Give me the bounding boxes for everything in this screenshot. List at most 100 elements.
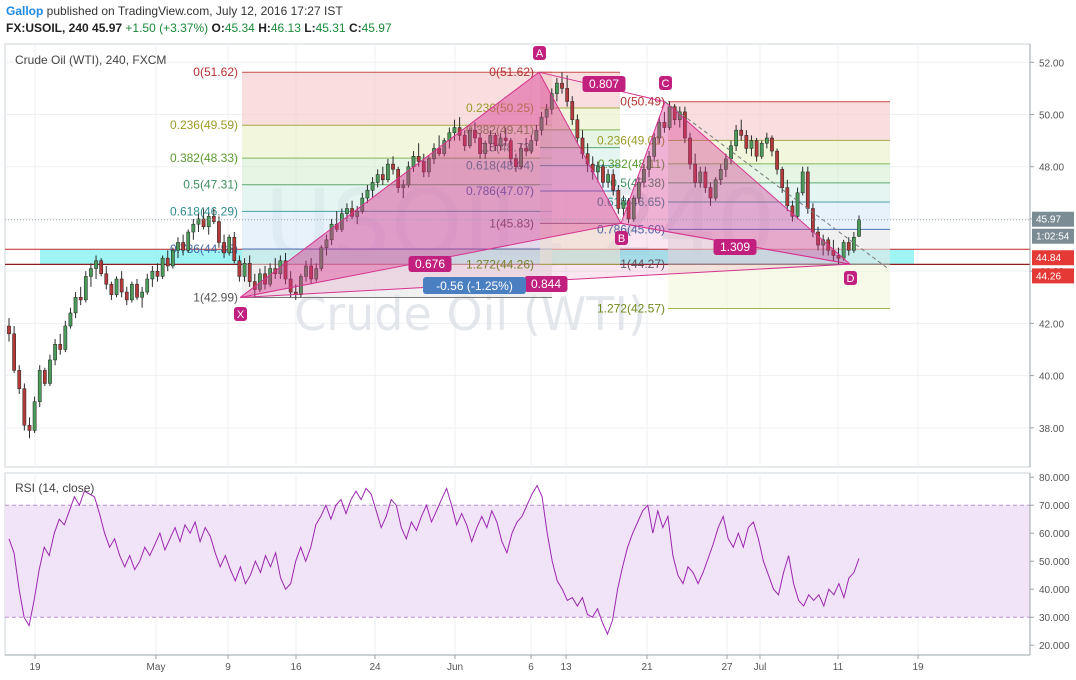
candle-body bbox=[12, 333, 16, 371]
point-badge-text: C bbox=[662, 78, 670, 90]
candle-body bbox=[596, 166, 600, 173]
ratio-badge-text: 0.676 bbox=[415, 257, 445, 271]
trading-chart[interactable]: USOIL, 240Crude Oil (WTI)0(51.62)0.236(4… bbox=[0, 0, 1076, 680]
candle-body bbox=[211, 216, 216, 222]
fib-level-label: 0.382(48.33) bbox=[170, 151, 238, 165]
time-tick-label: 19 bbox=[912, 662, 924, 673]
candle bbox=[160, 255, 165, 279]
fib-level-label: 0(51.62) bbox=[193, 65, 238, 79]
candle-body bbox=[119, 278, 124, 293]
candle bbox=[99, 258, 104, 277]
candle bbox=[37, 365, 42, 407]
candle-body bbox=[160, 257, 165, 277]
ratio-badge: 0.676 bbox=[408, 256, 452, 272]
fib-level-label: 1.272(42.57) bbox=[597, 302, 665, 316]
time-tick-label: Jul bbox=[754, 662, 767, 673]
time-tick-label: 11 bbox=[833, 662, 844, 673]
candle-body bbox=[754, 140, 759, 157]
time-tick-label: 9 bbox=[225, 662, 231, 673]
rsi-title: RSI (14, close) bbox=[15, 481, 95, 495]
pattern-point-a: A bbox=[533, 46, 546, 60]
candle-body bbox=[191, 223, 196, 233]
candle-body bbox=[232, 236, 237, 261]
candle-body bbox=[606, 174, 610, 183]
candle-body bbox=[770, 137, 774, 152]
candle-body bbox=[391, 163, 395, 170]
rsi-indicator bbox=[5, 484, 1030, 636]
candle-body bbox=[621, 200, 626, 209]
rsi-tick-label: 20.000 bbox=[1039, 641, 1070, 652]
candle-body bbox=[800, 171, 805, 194]
candle-body bbox=[365, 189, 370, 199]
time-axis: 19 May 9 16 24 Jun 6 13 21 27 Jul 11 19 bbox=[5, 654, 1030, 673]
price-badge-text: 45.97 bbox=[1036, 215, 1061, 226]
candle-body bbox=[176, 242, 180, 251]
candle-body bbox=[78, 297, 83, 301]
candle-body bbox=[775, 150, 779, 170]
rsi-tick-label: 70.000 bbox=[1039, 501, 1070, 512]
candle-body bbox=[852, 236, 856, 251]
candle bbox=[114, 276, 119, 298]
rsi-tick-label: 80.000 bbox=[1039, 473, 1070, 484]
candle-body bbox=[27, 424, 32, 431]
candle-body bbox=[186, 231, 191, 251]
candle-body bbox=[575, 119, 580, 139]
price-tick-label: 48.00 bbox=[1039, 163, 1064, 174]
time-tick-label: Jun bbox=[447, 662, 463, 673]
ratio-badge-text: 1.309 bbox=[720, 240, 750, 254]
point-badge-text: D bbox=[847, 273, 855, 285]
candle-body bbox=[616, 189, 621, 209]
candle-body bbox=[744, 135, 749, 149]
candle-body bbox=[73, 297, 78, 314]
price-badge: 44.26 bbox=[1032, 268, 1074, 284]
price-badge: 44.84 bbox=[1032, 250, 1074, 266]
price-tick-label: 42.00 bbox=[1039, 319, 1064, 330]
candle-body bbox=[83, 276, 88, 301]
candle-body bbox=[48, 359, 52, 384]
candle-body bbox=[785, 187, 790, 207]
price-badge-text: 44.84 bbox=[1036, 253, 1061, 264]
candle-body bbox=[58, 344, 63, 350]
fib-level-label: 0(51.62) bbox=[489, 65, 534, 79]
candle-body bbox=[242, 263, 247, 277]
time-tick-label: 13 bbox=[560, 662, 572, 673]
price-tick-label: 52.00 bbox=[1039, 58, 1064, 69]
pattern-point-d: D bbox=[844, 271, 857, 285]
candle bbox=[171, 247, 175, 269]
candle-body bbox=[841, 242, 846, 259]
fib-level-label: 0.5(47.31) bbox=[183, 178, 238, 192]
candle bbox=[186, 229, 191, 253]
candle bbox=[42, 367, 47, 387]
time-tick-label: 27 bbox=[721, 662, 733, 673]
rsi-tick-label: 30.000 bbox=[1039, 613, 1070, 624]
candle-body bbox=[114, 278, 119, 295]
candle bbox=[22, 383, 27, 431]
candle-body bbox=[749, 140, 754, 149]
time-tick-label: 16 bbox=[290, 662, 302, 673]
candle-body bbox=[68, 312, 73, 327]
candle-body bbox=[124, 291, 129, 301]
candle-body bbox=[222, 242, 226, 254]
candle-body bbox=[135, 283, 139, 298]
candle-body bbox=[150, 270, 155, 280]
candle-body bbox=[89, 268, 93, 277]
candle-body bbox=[237, 260, 242, 277]
candle-body bbox=[42, 370, 47, 384]
candle-body bbox=[165, 257, 170, 267]
pattern-point-x: X bbox=[234, 307, 247, 321]
price-measure-label: -0.56 (-1.25%) bbox=[423, 277, 526, 294]
candle-body bbox=[17, 370, 22, 389]
price-tick-label: 40.00 bbox=[1039, 372, 1064, 383]
candle-body bbox=[22, 388, 27, 426]
candle-body bbox=[145, 278, 150, 293]
candle-body bbox=[560, 82, 564, 89]
candle-body bbox=[555, 82, 559, 94]
candle-body bbox=[734, 129, 738, 147]
rsi-tick-label: 40.000 bbox=[1039, 585, 1070, 596]
candle-body bbox=[416, 156, 421, 162]
price-tick-label: 50.00 bbox=[1039, 111, 1064, 122]
rsi-tick-label: 60.000 bbox=[1039, 529, 1070, 540]
fib-level-label: 0.236(49.59) bbox=[170, 118, 238, 132]
candle-body bbox=[411, 156, 416, 167]
candle-body bbox=[611, 174, 616, 191]
